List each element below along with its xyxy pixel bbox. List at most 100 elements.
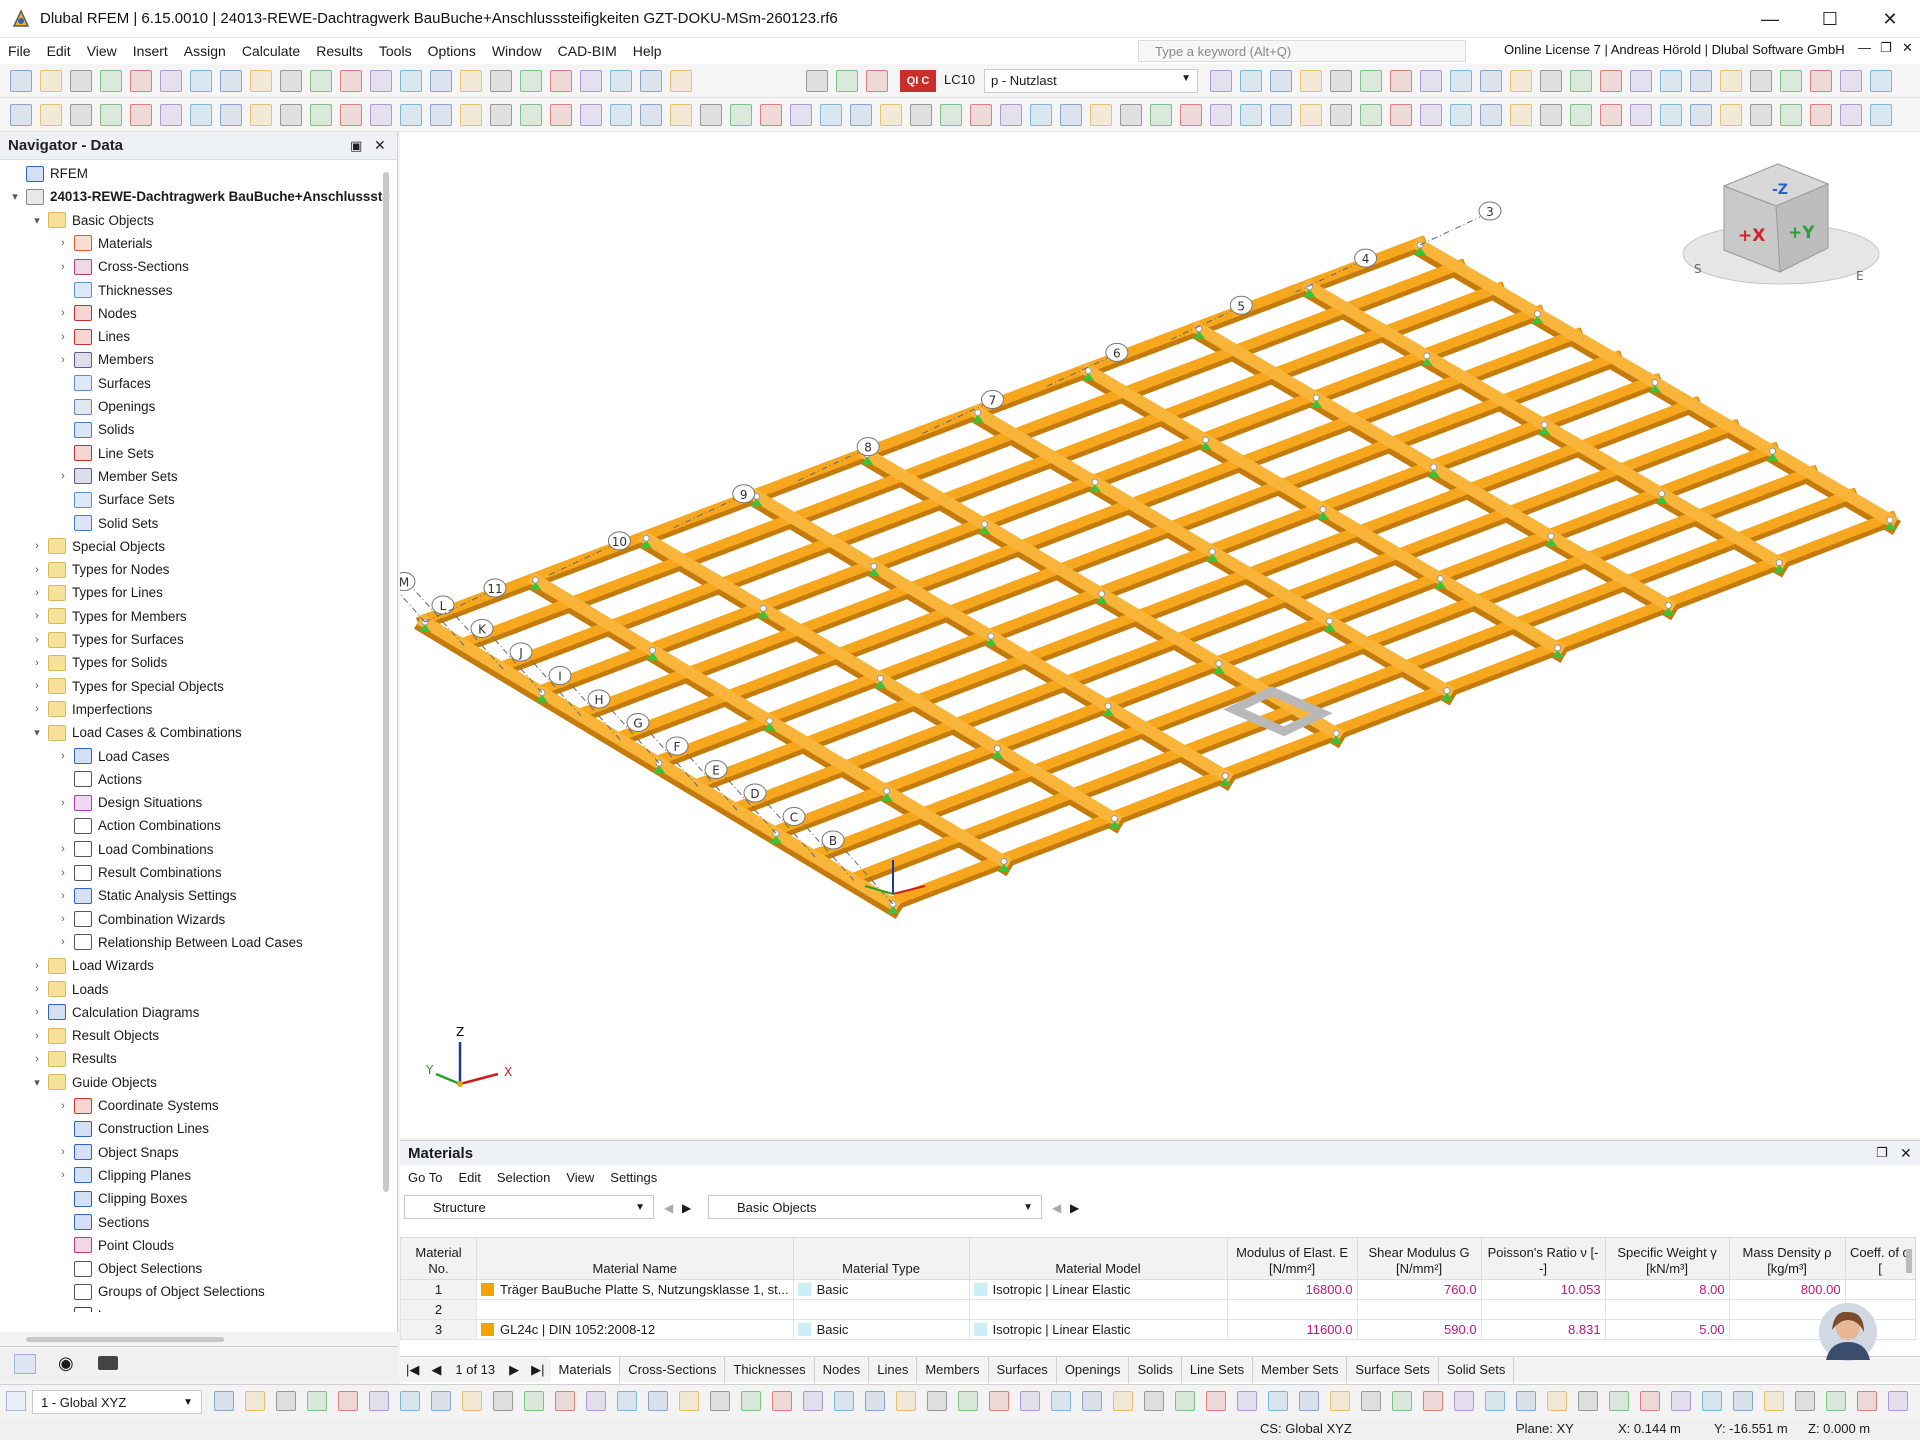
nav-item-types-for-lines[interactable]: › Types for Lines	[30, 581, 163, 604]
tab-materials[interactable]: Materials	[550, 1356, 621, 1383]
node[interactable]	[642, 534, 650, 542]
toolbar-button[interactable]	[1210, 104, 1232, 126]
toolbar-button[interactable]	[460, 104, 482, 126]
nav-item-guide-objects[interactable]: ▾ Guide Objects	[30, 1071, 157, 1094]
nav-item-results[interactable]: › Results	[30, 1047, 117, 1070]
status-toolbar-button[interactable]	[989, 1391, 1009, 1411]
column-header[interactable]: Coeff. of α [	[1844, 1237, 1916, 1280]
nav-item-result-objects[interactable]: › Result Objects	[30, 1024, 159, 1047]
nav-item-layers[interactable]: › Layers	[56, 1304, 138, 1312]
node[interactable]	[1319, 505, 1327, 513]
toolbar-button[interactable]	[970, 104, 992, 126]
snap-icon[interactable]	[6, 1391, 26, 1411]
status-toolbar-button[interactable]	[865, 1391, 885, 1411]
status-toolbar-button[interactable]	[741, 1391, 761, 1411]
tab-lines[interactable]: Lines	[869, 1356, 918, 1383]
structure-select[interactable]: Structure ▼	[404, 1195, 654, 1219]
table-menu-view[interactable]: View	[558, 1170, 602, 1185]
node[interactable]	[1202, 436, 1210, 444]
status-toolbar-button[interactable]	[803, 1391, 823, 1411]
tab-solid-sets[interactable]: Solid Sets	[1439, 1356, 1515, 1383]
toolbar-button[interactable]	[400, 104, 422, 126]
cell-model[interactable]	[968, 1299, 1228, 1320]
toolbar-button[interactable]	[550, 104, 572, 126]
nav-item-types-for-special-objects[interactable]: › Types for Special Objects	[30, 675, 224, 698]
nav-item-combination-wizards[interactable]: › Combination Wizards	[56, 908, 225, 931]
nav-item-cross-sections[interactable]: › Cross-Sections	[56, 255, 189, 278]
cell-G[interactable]: 590.0	[1356, 1319, 1482, 1340]
nav-item-members[interactable]: › Members	[56, 348, 154, 371]
nav-item-load-combinations[interactable]: › Load Combinations	[56, 838, 213, 861]
prev-page-icon[interactable]: ◀	[425, 1362, 447, 1378]
nav-item-types-for-surfaces[interactable]: › Types for Surfaces	[30, 628, 184, 651]
toolbar-button[interactable]	[1570, 70, 1592, 92]
toolbar-button[interactable]	[610, 104, 632, 126]
nav-item-load-wizards[interactable]: › Load Wizards	[30, 954, 154, 977]
nav-item-line-sets[interactable]: Line Sets	[56, 442, 154, 465]
node[interactable]	[1423, 352, 1431, 360]
toolbar-button[interactable]	[310, 104, 332, 126]
tab-thicknesses[interactable]: Thicknesses	[725, 1356, 815, 1383]
status-toolbar-button[interactable]	[1795, 1391, 1815, 1411]
chevron-right-icon[interactable]: ›	[56, 1309, 70, 1312]
restore-panel-icon[interactable]: ❐	[1876, 1145, 1888, 1161]
status-toolbar-button[interactable]	[338, 1391, 358, 1411]
toolbar-button[interactable]	[1210, 70, 1232, 92]
column-header[interactable]: Material Name	[476, 1237, 794, 1280]
cell-type[interactable]: Basic	[792, 1279, 970, 1300]
status-toolbar-button[interactable]	[1268, 1391, 1288, 1411]
status-toolbar-button[interactable]	[1485, 1391, 1505, 1411]
cell-no[interactable]: 1	[400, 1279, 477, 1300]
status-toolbar-button[interactable]	[1392, 1391, 1412, 1411]
cell-type[interactable]	[792, 1299, 970, 1320]
node[interactable]	[1886, 516, 1894, 524]
toolbar-button[interactable]	[190, 104, 212, 126]
toolbar-button[interactable]	[220, 70, 242, 92]
toolbar-button[interactable]	[1540, 70, 1562, 92]
toolbar-button[interactable]	[310, 70, 332, 92]
status-toolbar-button[interactable]	[896, 1391, 916, 1411]
toolbar-button[interactable]	[280, 70, 302, 92]
nav-item-coordinate-systems[interactable]: › Coordinate Systems	[56, 1094, 219, 1117]
menu-item-edit[interactable]: Edit	[39, 43, 79, 59]
toolbar-button[interactable]	[1300, 70, 1322, 92]
status-toolbar-button[interactable]	[1175, 1391, 1195, 1411]
status-toolbar-button[interactable]	[1206, 1391, 1226, 1411]
status-toolbar-button[interactable]	[307, 1391, 327, 1411]
status-toolbar-button[interactable]	[1671, 1391, 1691, 1411]
toolbar-button[interactable]	[550, 70, 572, 92]
prev-arrow-icon[interactable]: ◀	[1052, 1201, 1061, 1215]
nav-item-static-analysis-settings[interactable]: › Static Analysis Settings	[56, 884, 236, 907]
doc-minimize-button[interactable]: —	[1858, 40, 1871, 55]
chevron-right-icon[interactable]: ›	[56, 913, 70, 925]
node[interactable]	[1312, 394, 1320, 402]
toolbar-button[interactable]	[670, 104, 692, 126]
toolbar-button[interactable]	[1510, 104, 1532, 126]
toolbar-button[interactable]	[1150, 104, 1172, 126]
toolbar-button[interactable]	[1690, 104, 1712, 126]
chevron-right-icon[interactable]: ›	[30, 540, 44, 552]
status-toolbar-button[interactable]	[369, 1391, 389, 1411]
toolbar-button[interactable]	[1750, 70, 1772, 92]
node[interactable]	[1000, 857, 1008, 865]
status-toolbar-button[interactable]	[1113, 1391, 1133, 1411]
search-input[interactable]: Type a keyword (Alt+Q)	[1138, 40, 1466, 62]
toolbar-button[interactable]	[1180, 104, 1202, 126]
node[interactable]	[1775, 559, 1783, 567]
chevron-down-icon[interactable]: ▾	[30, 726, 44, 739]
status-toolbar-button[interactable]	[1454, 1391, 1474, 1411]
status-toolbar-button[interactable]	[679, 1391, 699, 1411]
status-toolbar-button[interactable]	[1237, 1391, 1257, 1411]
cell-gamma[interactable]: 8.00	[1604, 1279, 1730, 1300]
toolbar-button[interactable]	[250, 104, 272, 126]
chevron-right-icon[interactable]: ›	[30, 1053, 44, 1065]
node[interactable]	[993, 745, 1001, 753]
node[interactable]	[1098, 590, 1106, 598]
chevron-right-icon[interactable]: ›	[56, 750, 70, 762]
toolbar-button[interactable]	[490, 104, 512, 126]
chevron-right-icon[interactable]: ›	[30, 634, 44, 646]
status-toolbar-button[interactable]	[276, 1391, 296, 1411]
toolbar-button[interactable]	[1390, 70, 1412, 92]
toolbar-button[interactable]	[1720, 104, 1742, 126]
toolbar-button[interactable]	[1630, 104, 1652, 126]
